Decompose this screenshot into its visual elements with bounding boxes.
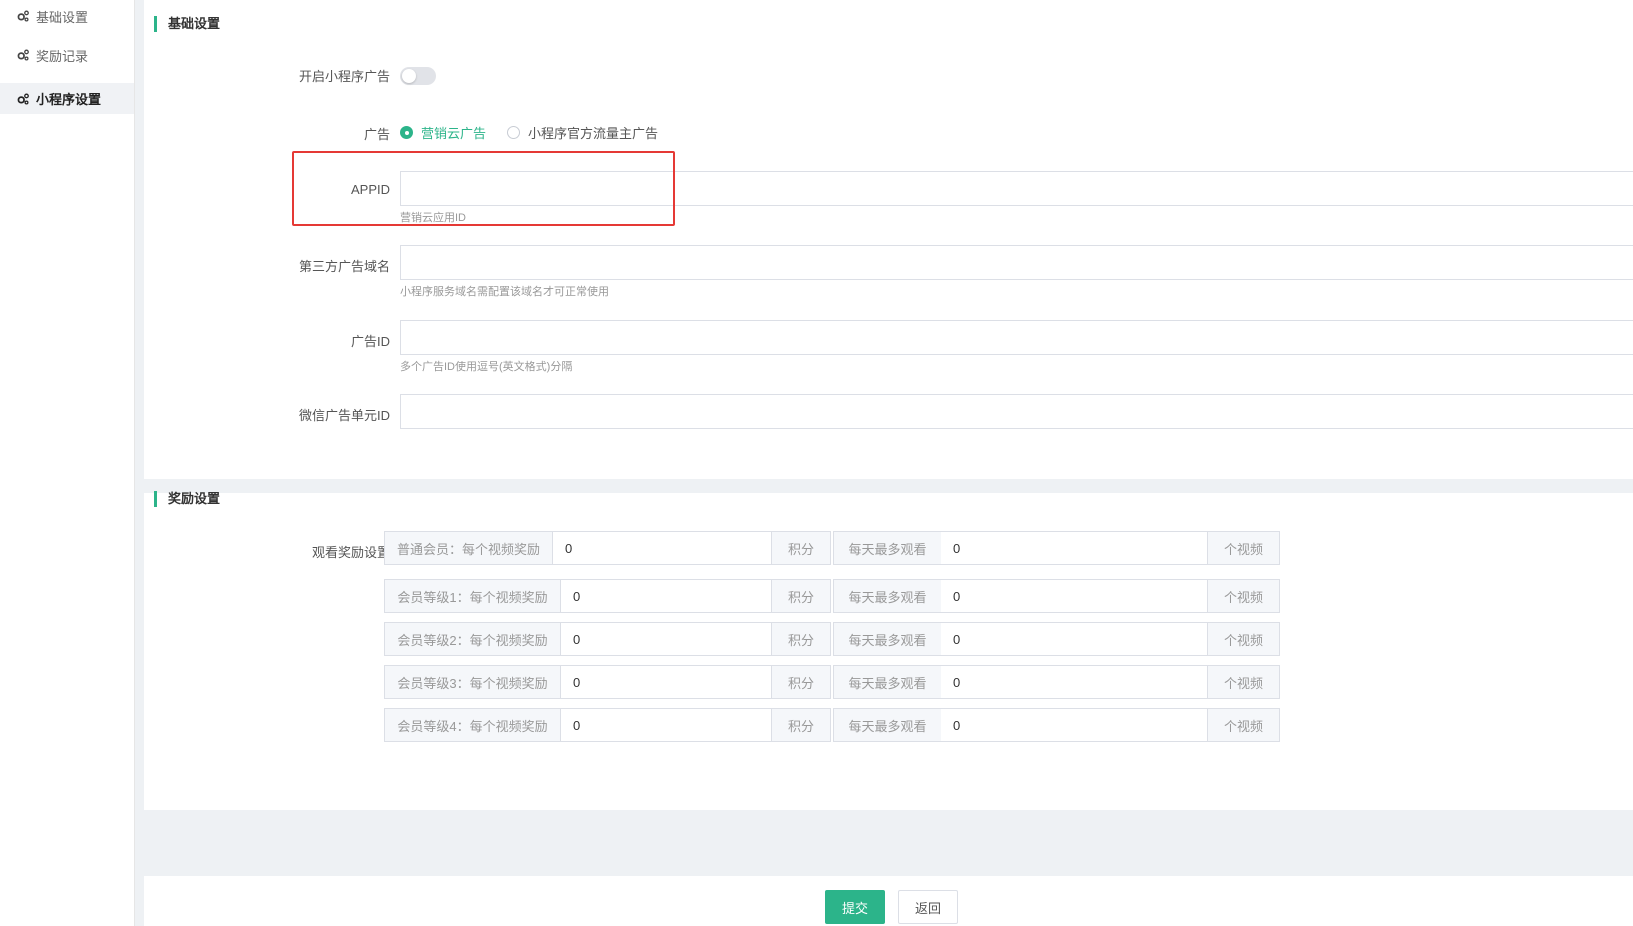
sidebar-item-label: 奖励记录 (36, 48, 89, 64)
videos-suffix: 个视频 (1207, 531, 1280, 565)
section-title-basic: 基础设置 (154, 16, 220, 32)
sidebar-item-miniprogram-settings[interactable]: 小程序设置 (0, 83, 134, 114)
reward-prefix: 会员等级3：每个视频奖励 (384, 665, 561, 699)
reward-prefix: 会员等级1：每个视频奖励 (384, 579, 561, 613)
reward-row: 会员等级2：每个视频奖励 积分 每天最多观看 个视频 (384, 622, 1280, 656)
sidebar-item-label: 小程序设置 (36, 92, 102, 107)
basic-settings-panel: 基础设置 开启小程序广告 广告 营销云广告 小程序官方流量主广告 APPID 营… (144, 0, 1633, 479)
max-watch-input[interactable] (941, 579, 1208, 613)
toggle-knob (402, 69, 416, 83)
points-input[interactable] (561, 708, 772, 742)
points-suffix: 积分 (771, 531, 831, 565)
radio-label: 营销云广告 (421, 126, 487, 141)
max-watch-label: 每天最多观看 (833, 708, 942, 742)
max-watch-label: 每天最多观看 (833, 531, 942, 565)
ad-id-hint: 多个广告ID使用逗号(英文格式)分隔 (400, 361, 573, 373)
reward-row: 会员等级4：每个视频奖励 积分 每天最多观看 个视频 (384, 708, 1280, 742)
wx-unit-id-label: 微信广告单元ID (298, 408, 390, 423)
domain-hint: 小程序服务域名需配置该域名才可正常使用 (400, 286, 609, 298)
reward-prefix: 普通会员：每个视频奖励 (384, 531, 553, 565)
appid-input[interactable] (400, 171, 1633, 206)
wx-unit-id-input[interactable] (400, 394, 1633, 429)
max-watch-label: 每天最多观看 (833, 665, 942, 699)
ad-label: 广告 (363, 127, 390, 142)
sidebar: 基础设置 奖励记录 小程序设置 (0, 0, 135, 926)
points-suffix: 积分 (771, 708, 831, 742)
max-watch-label: 每天最多观看 (833, 622, 942, 656)
reward-settings-panel: 奖励设置 观看奖励设置 普通会员：每个视频奖励 积分 每天最多观看 个视频 会员… (144, 491, 1633, 810)
max-watch-input[interactable] (941, 708, 1208, 742)
reward-row: 会员等级3：每个视频奖励 积分 每天最多观看 个视频 (384, 665, 1280, 699)
reward-prefix: 会员等级2：每个视频奖励 (384, 622, 561, 656)
sidebar-item-label: 基础设置 (36, 9, 89, 25)
gear-icon (17, 49, 29, 61)
videos-suffix: 个视频 (1207, 579, 1280, 613)
watch-reward-label: 观看奖励设置 (311, 545, 390, 560)
gear-icon (17, 10, 29, 22)
points-suffix: 积分 (771, 579, 831, 613)
enable-ad-toggle[interactable] (400, 67, 436, 85)
radio-official-traffic-ad[interactable]: 小程序官方流量主广告 (507, 123, 658, 142)
points-input[interactable] (561, 665, 772, 699)
appid-label: APPID (350, 182, 390, 197)
points-input[interactable] (561, 579, 772, 613)
gear-icon (17, 93, 29, 105)
footer-bar: 提交 返回 (144, 876, 1633, 926)
appid-hint: 营销云应用ID (400, 212, 466, 224)
max-watch-label: 每天最多观看 (833, 579, 942, 613)
max-watch-input[interactable] (941, 531, 1208, 565)
enable-ad-label: 开启小程序广告 (298, 69, 390, 84)
videos-suffix: 个视频 (1207, 665, 1280, 699)
ad-id-input[interactable] (400, 320, 1633, 355)
videos-suffix: 个视频 (1207, 622, 1280, 656)
points-suffix: 积分 (771, 665, 831, 699)
points-input[interactable] (553, 531, 772, 565)
max-watch-input[interactable] (941, 665, 1208, 699)
reward-row: 会员等级1：每个视频奖励 积分 每天最多观看 个视频 (384, 579, 1280, 613)
sidebar-item-reward-records[interactable]: 奖励记录 (0, 40, 134, 70)
radio-checked-icon (400, 126, 413, 139)
domain-label: 第三方广告域名 (298, 259, 390, 274)
section-title-reward: 奖励设置 (154, 491, 220, 507)
sidebar-item-basic-settings[interactable]: 基础设置 (0, 1, 134, 31)
submit-button[interactable]: 提交 (825, 890, 885, 924)
points-input[interactable] (561, 622, 772, 656)
radio-marketing-cloud-ad[interactable]: 营销云广告 (400, 123, 486, 142)
domain-input[interactable] (400, 245, 1633, 280)
radio-unchecked-icon (507, 126, 520, 139)
back-button[interactable]: 返回 (898, 890, 958, 924)
radio-label: 小程序官方流量主广告 (528, 126, 659, 141)
points-suffix: 积分 (771, 622, 831, 656)
reward-prefix: 会员等级4：每个视频奖励 (384, 708, 561, 742)
ad-id-label: 广告ID (350, 334, 390, 349)
reward-row: 普通会员：每个视频奖励 积分 每天最多观看 个视频 (384, 531, 1280, 565)
videos-suffix: 个视频 (1207, 708, 1280, 742)
max-watch-input[interactable] (941, 622, 1208, 656)
